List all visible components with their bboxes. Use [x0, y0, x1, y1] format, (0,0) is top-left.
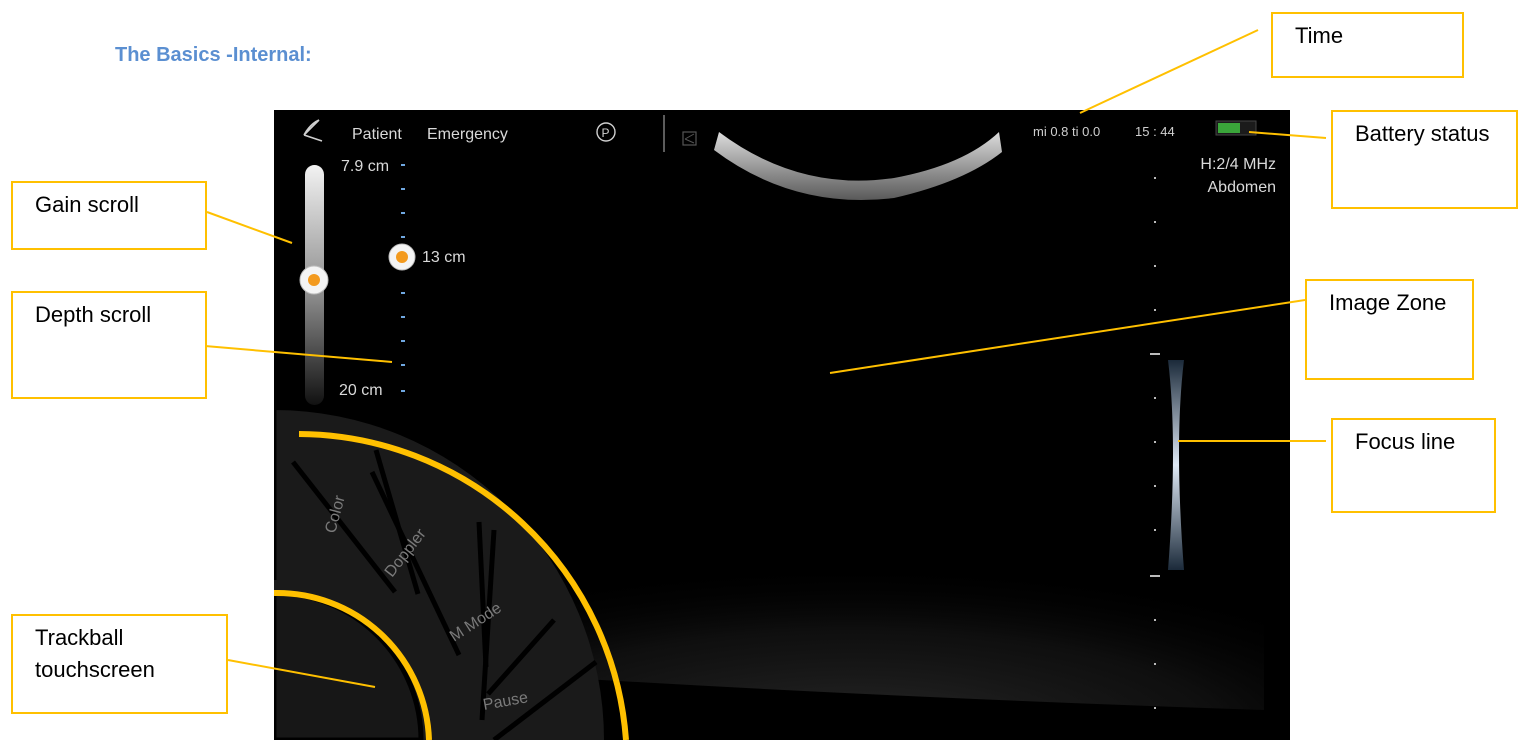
gain-slider[interactable]: [299, 165, 329, 405]
callout-battery-text: Battery status: [1355, 121, 1490, 146]
mi-ti-readout: mi 0.8 ti 0.0: [1033, 124, 1101, 139]
callout-trackball: Trackball touchscreen: [11, 614, 228, 714]
callout-time: Time: [1271, 12, 1464, 78]
p-circle-icon[interactable]: P: [596, 122, 616, 142]
gain-slider-handle[interactable]: [299, 265, 329, 295]
svg-text:P: P: [602, 126, 610, 140]
callout-depth: Depth scroll: [11, 291, 207, 399]
depth-bottom-label: 20 cm: [339, 382, 383, 399]
ultrasound-screen: P Color Doppler M Mode Pause Patient Eme…: [274, 110, 1290, 740]
depth-top-label: 7.9 cm: [341, 158, 390, 175]
depth-scroll[interactable]: [388, 164, 416, 392]
callout-gain: Gain scroll: [11, 181, 207, 250]
battery-icon: [1215, 120, 1257, 136]
callout-focus: Focus line: [1331, 418, 1496, 513]
callout-image-zone: Image Zone: [1305, 279, 1474, 380]
callout-battery: Battery status: [1331, 110, 1518, 209]
focus-line[interactable]: [1168, 360, 1184, 570]
probe-preset: Abdomen: [1207, 179, 1277, 196]
callout-gain-text: Gain scroll: [35, 192, 139, 217]
probe-frequency: H:2/4 MHz: [1200, 156, 1276, 173]
depth-current-label: 13 cm: [422, 249, 466, 266]
emergency-label[interactable]: Emergency: [427, 126, 508, 144]
page-heading: The Basics -Internal:: [115, 44, 312, 66]
callout-trackball-text: Trackball touchscreen: [35, 625, 155, 682]
patient-label[interactable]: Patient: [352, 126, 402, 144]
clock: 15 : 44: [1135, 124, 1175, 139]
callout-focus-text: Focus line: [1355, 429, 1456, 454]
callout-time-text: Time: [1295, 23, 1344, 48]
freeze-icon[interactable]: [682, 131, 697, 146]
depth-slider-handle[interactable]: [388, 243, 416, 271]
callout-image-zone-text: Image Zone: [1329, 290, 1447, 315]
logo-icon[interactable]: [303, 119, 323, 142]
callout-depth-text: Depth scroll: [35, 302, 152, 327]
